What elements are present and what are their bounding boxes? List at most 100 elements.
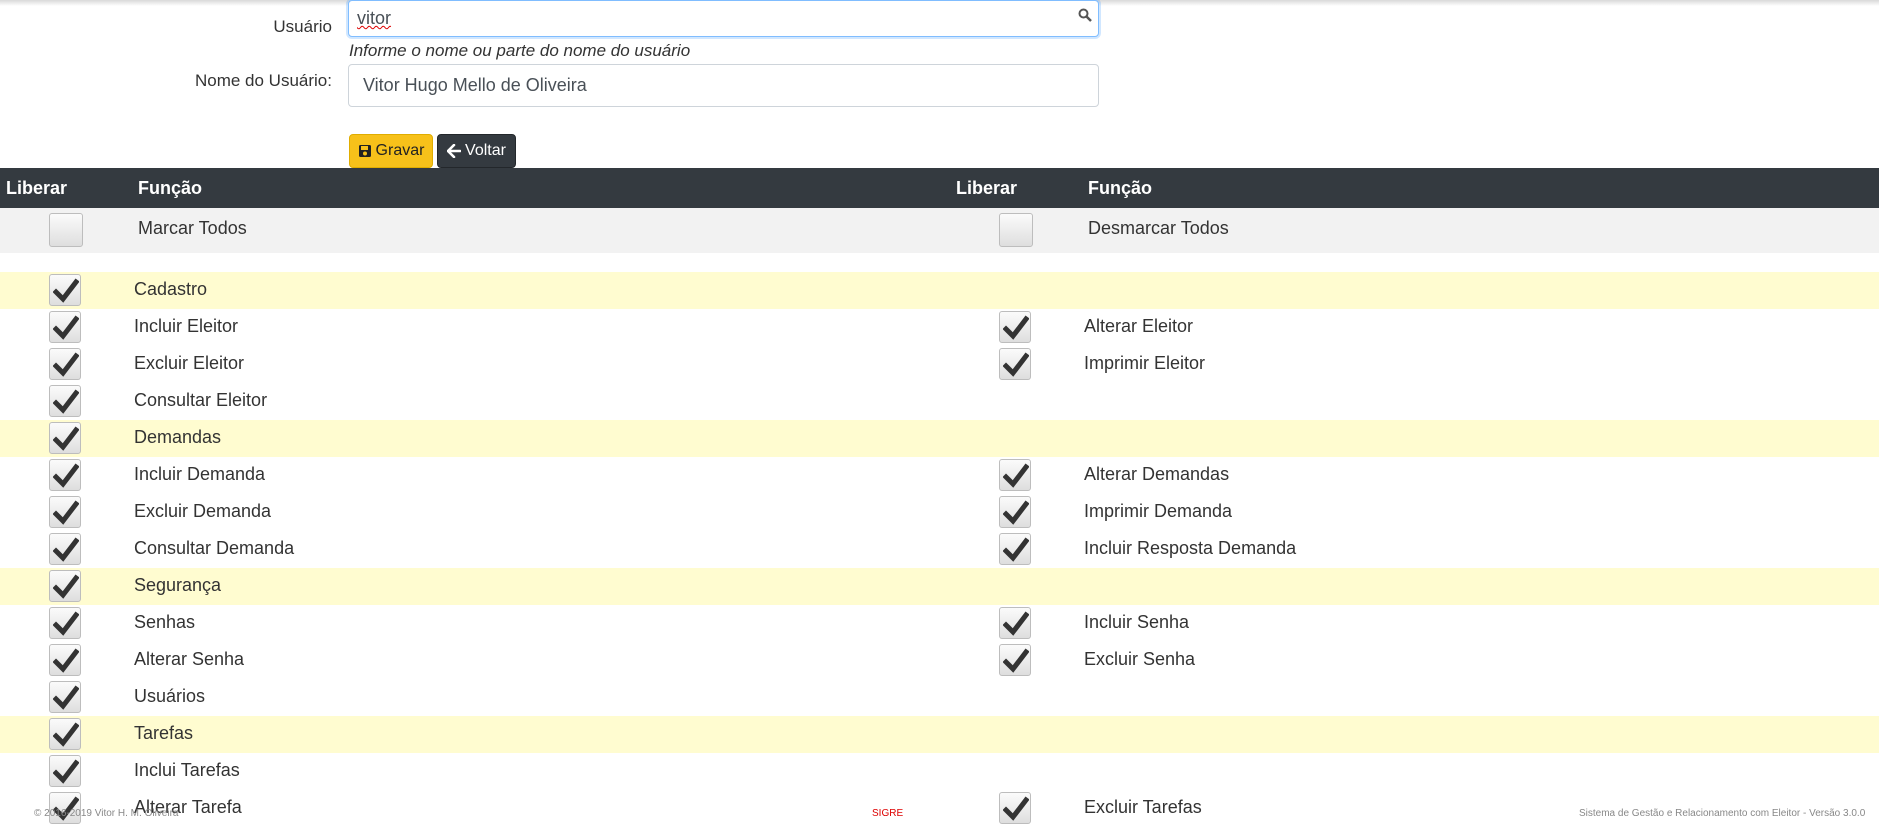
check-icon [53,759,79,784]
gravar-button[interactable]: Gravar [349,134,433,168]
save-icon [358,145,371,157]
check-icon [1003,500,1029,525]
permission-label: Imprimir Eleitor [1084,353,1206,373]
permission-checkbox[interactable] [49,718,81,750]
permission-checkbox[interactable] [49,533,81,565]
check-icon [53,648,79,673]
gravar-label: Gravar [375,142,425,159]
check-icon [1003,611,1029,636]
usuario-value: vitor [357,8,392,28]
permission-label: Cadastro [134,279,208,299]
check-icon [53,463,79,488]
usuario-label: Usuário [273,17,332,36]
arrow-left-icon [447,144,462,158]
permission-label: Alterar Eleitor [1084,316,1194,336]
check-icon [1003,796,1029,821]
col-liberar-right: Liberar [956,178,1018,198]
check-icon [53,537,79,562]
check-icon [53,685,79,710]
table-row: Consultar Demanda Incluir Resposta Demand… [0,531,1879,568]
permission-label: Segurança [134,575,222,595]
table-row: Inclui Tarefas [0,753,1879,790]
check-icon [53,426,79,451]
permission-checkbox[interactable] [999,496,1031,528]
permission-label: Usuários [134,686,206,706]
check-icon [53,611,79,636]
permission-label: Demandas [134,427,222,447]
permission-checkbox[interactable] [49,422,81,454]
footer-app-name: SIGRE [872,808,904,819]
select-all-row: Marcar Todos Desmarcar Todos [0,208,1879,253]
voltar-label: Voltar [465,142,506,159]
footer-system-info: Sistema de Gestão e Relacionamento com E… [1579,808,1866,819]
permission-checkbox[interactable] [49,681,81,713]
group-row: Tarefas [0,716,1879,753]
permission-checkbox[interactable] [49,607,81,639]
permission-label: Incluir Resposta Demanda [1084,538,1297,558]
check-icon [1003,315,1029,340]
permission-label: Inclui Tarefas [134,760,240,780]
marcar-todos-checkbox[interactable] [49,213,83,247]
footer-copyright: © 2016-2019 Vitor H. M. Oliveira [34,808,179,819]
table-row: Senhas Incluir Senha [0,605,1879,642]
usuario-hint: Informe o nome ou parte do nome do usuár… [349,41,691,60]
check-icon [53,722,79,747]
permission-checkbox[interactable] [49,274,81,306]
permission-label: Incluir Senha [1084,612,1190,632]
col-liberar-left: Liberar [6,178,68,198]
group-row: Cadastro [0,272,1879,309]
permission-checkbox[interactable] [49,348,81,380]
table-row: Incluir Demanda Alterar Demandas [0,457,1879,494]
check-icon [1003,352,1029,377]
voltar-button[interactable]: Voltar [437,134,516,168]
permission-label: Excluir Tarefas [1084,797,1202,817]
table-row: Excluir Demanda Imprimir Demanda [0,494,1879,531]
permission-checkbox[interactable] [999,533,1031,565]
permission-checkbox[interactable] [49,570,81,602]
permission-label: Incluir Eleitor [134,316,239,336]
permission-checkbox[interactable] [999,311,1031,343]
check-icon [53,352,79,377]
col-funcao-right: Função [1088,178,1153,198]
desmarcar-todos-label: Desmarcar Todos [1088,218,1229,238]
permission-checkbox[interactable] [999,644,1031,676]
permission-checkbox[interactable] [49,755,81,787]
permission-label: Consultar Eleitor [134,390,268,410]
permission-checkbox[interactable] [49,311,81,343]
group-row: Segurança [0,568,1879,605]
permission-checkbox[interactable] [49,459,81,491]
permission-checkbox[interactable] [999,607,1031,639]
permission-label: Incluir Demanda [134,464,266,484]
nome-label: Nome do Usuário: [194,71,332,90]
search-icon[interactable] [1078,8,1092,22]
check-icon [53,500,79,525]
permission-checkbox[interactable] [999,459,1031,491]
usuario-search-input[interactable]: vitor [348,0,1099,37]
col-funcao-left: Função [138,178,203,198]
permission-label: Excluir Demanda [134,501,272,521]
desmarcar-todos-checkbox[interactable] [999,213,1033,247]
table-row: Excluir Eleitor Imprimir Eleitor [0,346,1879,383]
permission-label: Senhas [134,612,196,632]
permission-checkbox[interactable] [49,385,81,417]
check-icon [53,278,79,303]
permission-label: Imprimir Demanda [1084,501,1233,521]
permission-label: Excluir Eleitor [134,353,245,373]
check-icon [53,574,79,599]
permission-checkbox[interactable] [999,792,1031,824]
permission-label: Tarefas [134,723,194,743]
permission-label: Consultar Demanda [134,538,295,558]
table-row: Alterar Senha Excluir Senha [0,642,1879,679]
table-row: Incluir Eleitor Alterar Eleitor [0,309,1879,346]
permission-checkbox[interactable] [999,348,1031,380]
nome-usuario-field[interactable]: Vitor Hugo Mello de Oliveira [348,64,1099,107]
check-icon [53,389,79,414]
permission-checkbox[interactable] [49,496,81,528]
permission-label: Alterar Demandas [1084,464,1230,484]
check-icon [53,315,79,340]
permission-label: Excluir Senha [1084,649,1196,669]
permission-checkbox[interactable] [49,644,81,676]
table-header: Liberar Função Liberar Função [0,168,1879,208]
check-icon [1003,648,1029,673]
table-row: Consultar Eleitor [0,383,1879,420]
